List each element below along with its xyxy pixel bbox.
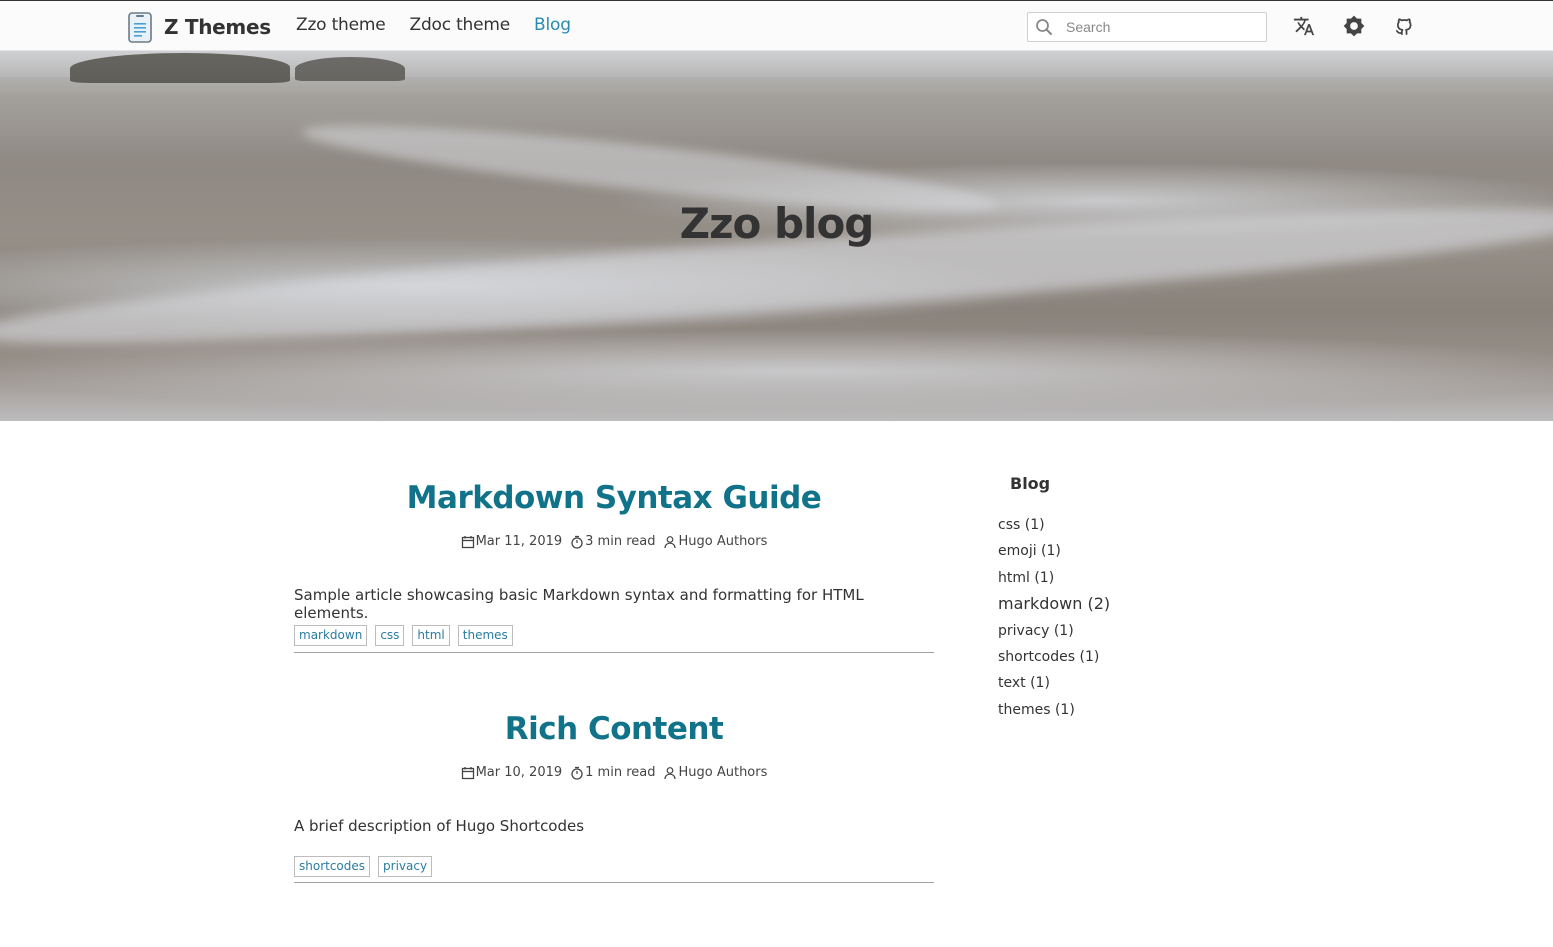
post-card: Rich Content Mar 10, 2019 1 min read Hug… — [294, 709, 934, 883]
post-tag[interactable]: shortcodes — [294, 856, 371, 877]
sidebar-tag-shortcodes[interactable]: shortcodes (1) — [998, 644, 1198, 670]
post-meta: Mar 10, 2019 1 min read Hugo Authors — [294, 765, 934, 780]
post-card: Markdown Syntax Guide Mar 11, 2019 3 min… — [294, 478, 934, 653]
sidebar-tag-privacy[interactable]: privacy (1) — [998, 618, 1198, 644]
post-date: Mar 11, 2019 — [461, 534, 563, 549]
sidebar-tag-text[interactable]: text (1) — [998, 670, 1198, 696]
post-summary: Sample article showcasing basic Markdown… — [294, 586, 864, 622]
post-title[interactable]: Rich Content — [294, 709, 934, 749]
sidebar: Blog css (1) emoji (1) html (1) markdown… — [998, 474, 1198, 723]
stopwatch-icon — [570, 766, 584, 780]
logo-icon — [128, 11, 152, 43]
post-author: Hugo Authors — [663, 534, 767, 549]
nav-links: Zzo theme Zdoc theme Blog — [296, 15, 595, 35]
calendar-icon — [461, 766, 475, 780]
github-icon[interactable] — [1393, 15, 1415, 37]
nav-link-blog[interactable]: Blog — [534, 15, 571, 35]
post-tag[interactable]: privacy — [378, 856, 433, 877]
sidebar-tag-emoji[interactable]: emoji (1) — [998, 538, 1198, 564]
tag-list: css (1) emoji (1) html (1) markdown (2) … — [998, 512, 1198, 723]
person-icon — [663, 535, 677, 549]
post-author-text: Hugo Authors — [678, 534, 768, 549]
brand-title: Z Themes — [164, 15, 271, 39]
sidebar-tag-html[interactable]: html (1) — [998, 565, 1198, 591]
post-tags: markdown css html themes — [294, 625, 521, 646]
post-tag[interactable]: css — [375, 625, 405, 646]
hero-island — [295, 57, 405, 81]
navbar: Z Themes Zzo theme Zdoc theme Blog — [0, 0, 1553, 51]
hero-title: Zzo blog — [679, 199, 875, 248]
post-read-time: 1 min read — [570, 765, 655, 780]
post-tag[interactable]: themes — [457, 625, 513, 646]
post-author-text: Hugo Authors — [678, 765, 768, 780]
post-read-time-text: 3 min read — [585, 534, 656, 549]
translate-icon[interactable] — [1293, 15, 1315, 37]
search-icon — [1028, 13, 1060, 41]
calendar-icon — [461, 535, 475, 549]
post-summary: A brief description of Hugo Shortcodes — [294, 817, 585, 835]
sidebar-tag-themes[interactable]: themes (1) — [998, 697, 1198, 723]
sidebar-tag-markdown[interactable]: markdown (2) — [998, 591, 1198, 617]
post-tags: shortcodes privacy — [294, 856, 440, 877]
brand-link[interactable]: Z Themes — [128, 11, 271, 43]
post-date-text: Mar 10, 2019 — [475, 765, 563, 780]
post-date: Mar 10, 2019 — [461, 765, 563, 780]
nav-link-zdoc-theme[interactable]: Zdoc theme — [410, 15, 511, 35]
post-date-text: Mar 11, 2019 — [475, 534, 563, 549]
search-input[interactable] — [1060, 13, 1255, 41]
nav-link-zzo-theme[interactable]: Zzo theme — [296, 15, 386, 35]
post-tag[interactable]: html — [412, 625, 450, 646]
person-icon — [663, 766, 677, 780]
sidebar-tag-css[interactable]: css (1) — [998, 512, 1198, 538]
hero-banner: Zzo blog — [0, 51, 1553, 421]
post-title[interactable]: Markdown Syntax Guide — [294, 478, 934, 518]
hero-island — [70, 53, 290, 83]
post-read-time-text: 1 min read — [585, 765, 656, 780]
post-read-time: 3 min read — [570, 534, 655, 549]
search-box — [1027, 12, 1267, 42]
post-author: Hugo Authors — [663, 765, 767, 780]
theme-toggle-icon[interactable] — [1343, 15, 1365, 37]
post-meta: Mar 11, 2019 3 min read Hugo Authors — [294, 534, 934, 549]
stopwatch-icon — [570, 535, 584, 549]
post-tag[interactable]: markdown — [294, 625, 368, 646]
sidebar-title: Blog — [1010, 474, 1051, 493]
